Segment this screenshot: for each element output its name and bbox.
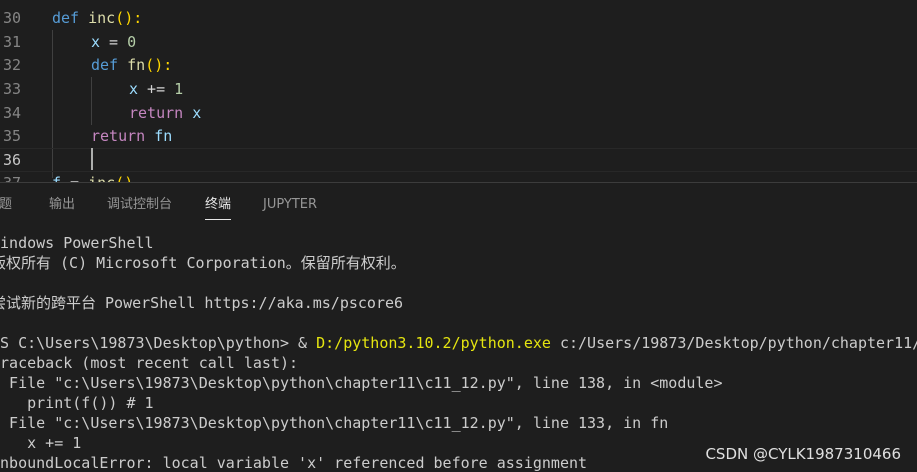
tab-output[interactable]: 输出 (49, 196, 75, 214)
tab-debug-console[interactable]: 调试控制台 (107, 196, 172, 214)
line-number: 31 (2, 33, 21, 51)
code-token: def (91, 56, 119, 74)
terminal-text: x += 1 (0, 434, 82, 452)
panel-tab-bar: 问题 输出 调试控制台 终端 JUPYTER (0, 183, 917, 225)
code-line[interactable]: 34 return x (0, 101, 917, 125)
code-editor[interactable]: 30 def inc(): 31 x = 0 32 def fn(): 33 x += 1 34… (0, 0, 917, 182)
terminal-line: PS C:\Users\19873\Desktop\python> & D:/p… (0, 333, 917, 353)
terminal-line: File "c:\Users\19873\Desktop\python\chap… (0, 373, 723, 393)
code-token: 0 (127, 33, 137, 51)
terminal-line: x += 1 (0, 433, 81, 453)
code-line[interactable]: 35 return fn (0, 124, 917, 148)
code-text: def inc(): (52, 6, 142, 30)
code-text: x += 1 (129, 77, 183, 101)
terminal-line: 版权所有 (C) Microsoft Corporation。保留所有权利。 (0, 253, 406, 273)
tab-terminal[interactable]: 终端 (205, 196, 232, 220)
line-number: 37 (0, 171, 21, 182)
code-token: += (138, 80, 175, 98)
line-number: 32 (2, 56, 21, 74)
terminal-text: c:/Users/19873/Desktop/python/chapter11/… (559, 334, 917, 352)
csdn-watermark: CSDN @CYLK1987310466 (705, 445, 901, 463)
code-line[interactable]: 30 def inc(): (0, 6, 917, 30)
terminal-line: 尝试新的跨平台 PowerShell https://aka.ms/pscore… (0, 293, 403, 313)
terminal-text: File "c:\Users\19873\Desktop\python\chap… (0, 414, 669, 432)
terminal-line: print(f()) # 1 (0, 393, 154, 413)
code-token: () (115, 174, 133, 182)
terminal-text: 版权所有 (C) Microsoft Corporation。保留所有权利。 (0, 254, 406, 272)
code-line[interactable]: 37 f = inc() (0, 171, 917, 182)
terminal-line: Traceback (most recent call last): (0, 353, 298, 373)
code-token: (): (145, 56, 173, 74)
code-token: (): (115, 9, 143, 27)
code-token: = (61, 174, 88, 182)
terminal-text: Windows PowerShell (0, 234, 154, 252)
code-text: return fn (91, 124, 172, 148)
code-line[interactable]: 31 x = 0 (0, 30, 917, 54)
line-number: 35 (2, 127, 21, 145)
code-token: return (91, 127, 146, 145)
terminal-line: File "c:\Users\19873\Desktop\python\chap… (0, 413, 668, 433)
code-text: def fn(): (91, 53, 172, 77)
code-token: inc (88, 174, 115, 182)
code-token: fn (127, 56, 146, 74)
code-token: fn (154, 127, 173, 145)
active-tab-indicator (205, 219, 232, 220)
code-token: x (91, 33, 101, 51)
code-line[interactable]: 33 x += 1 (0, 77, 917, 101)
terminal-text: File "c:\Users\19873\Desktop\python\chap… (0, 374, 723, 392)
code-token: return (129, 104, 184, 122)
code-token: x (192, 104, 202, 122)
code-token: f (52, 174, 61, 182)
code-text: return x (129, 101, 201, 125)
code-token: 1 (174, 80, 184, 98)
terminal-text: 尝试新的跨平台 PowerShell https://aka.ms/pscore… (0, 294, 404, 312)
code-line[interactable]: 32 def fn(): (0, 53, 917, 77)
line-number: 36 (2, 151, 21, 169)
tab-terminal-label: 终端 (205, 197, 232, 212)
code-token: = (100, 33, 128, 51)
code-token: x (129, 80, 139, 98)
code-token: inc (88, 9, 116, 27)
terminal-text: D:/python3.10.2/python.exe (316, 334, 551, 352)
terminal-line: UnboundLocalError: local variable 'x' re… (0, 453, 587, 472)
code-line[interactable]: 36 (0, 148, 917, 172)
terminal-output[interactable]: Windows PowerShell 版权所有 (C) Microsoft Cor… (0, 225, 917, 472)
terminal-text: UnboundLocalError: local variable 'x' re… (0, 454, 588, 472)
code-text: x = 0 (91, 30, 136, 54)
terminal-text: Traceback (most recent call last): (0, 354, 299, 372)
line-number: 30 (2, 9, 21, 27)
code-token: def (52, 9, 80, 27)
terminal-text: PS C:\Users\19873\Desktop\python> & (0, 334, 317, 352)
line-number: 33 (2, 80, 21, 98)
tab-problems[interactable]: 问题 (0, 196, 12, 214)
vscode-window: 30 def inc(): 31 x = 0 32 def fn(): 33 x += 1 34… (0, 0, 917, 472)
text-cursor (91, 148, 93, 170)
terminal-line: Windows PowerShell (0, 233, 154, 253)
line-number: 34 (2, 104, 21, 122)
tab-jupyter[interactable]: JUPYTER (263, 196, 317, 214)
code-text: f = inc() (52, 171, 133, 182)
terminal-text: print(f()) # 1 (0, 394, 154, 412)
